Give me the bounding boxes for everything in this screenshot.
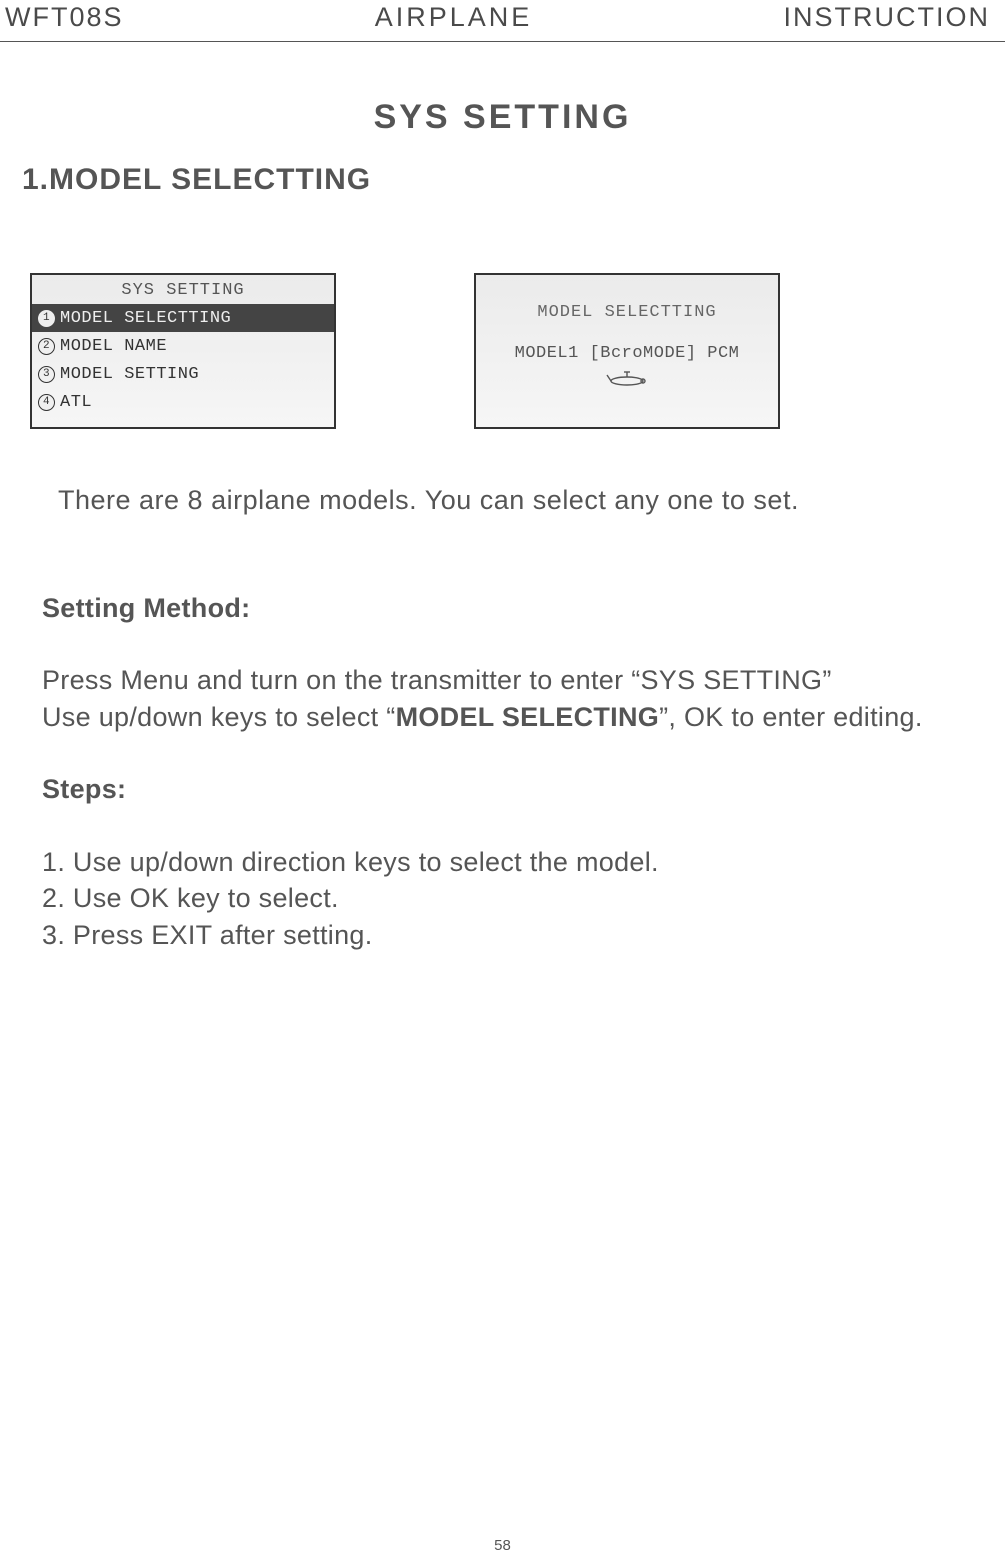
lcd-screen-sys-setting: SYS SETTING 1 MODEL SELECTTING 2 MODEL N… [30, 273, 336, 429]
screenshots-row: SYS SETTING 1 MODEL SELECTTING 2 MODEL N… [30, 273, 1005, 429]
setting-method-line1: Press Menu and turn on the transmitter t… [42, 662, 965, 698]
lcd-title: SYS SETTING [32, 275, 334, 304]
body-content: Setting Method: Press Menu and turn on t… [42, 590, 965, 953]
menu-label: ATL [60, 393, 92, 412]
step-1: 1. Use up/down direction keys to select … [42, 844, 965, 880]
header-left: WFT08S [5, 2, 124, 33]
step-2: 2. Use OK key to select. [42, 880, 965, 916]
text-fragment: Use up/down keys to select “ [42, 702, 396, 732]
menu-label: MODEL SETTING [60, 365, 199, 384]
menu-number-icon: 1 [38, 310, 55, 327]
step-3: 3. Press EXIT after setting. [42, 917, 965, 953]
steps-heading: Steps: [42, 771, 965, 807]
menu-label: MODEL NAME [60, 337, 167, 356]
menu-label: MODEL SELECTTING [60, 309, 231, 328]
header-center: AIRPLANE [375, 2, 533, 33]
menu-number-icon: 3 [38, 366, 55, 383]
lcd-menu-item: 4 ATL [32, 388, 334, 416]
intro-text: There are 8 airplane models. You can sel… [58, 485, 1005, 516]
bold-text: MODEL SELECTING [396, 702, 660, 732]
text-fragment: ”, OK to enter editing. [659, 702, 923, 732]
lcd-menu-item: 2 MODEL NAME [32, 332, 334, 360]
setting-method-line2: Use up/down keys to select “MODEL SELECT… [42, 699, 965, 735]
lcd-screen-model-selectting: MODEL SELECTTING MODEL1 [BcroMODE] PCM [474, 273, 780, 429]
lcd-model-line: MODEL1 [BcroMODE] PCM [476, 322, 778, 363]
menu-number-icon: 4 [38, 394, 55, 411]
lcd-title: MODEL SELECTTING [476, 275, 778, 322]
section-heading: 1.MODEL SELECTTING [22, 163, 1005, 197]
airplane-icon [476, 363, 778, 394]
lcd-menu-item: 1 MODEL SELECTTING [32, 304, 334, 332]
page-number: 58 [0, 1537, 1005, 1554]
page-title: SYS SETTING [0, 98, 1005, 137]
menu-number-icon: 2 [38, 338, 55, 355]
setting-method-heading: Setting Method: [42, 590, 965, 626]
page-header: WFT08S AIRPLANE INSTRUCTION [0, 0, 1005, 42]
lcd-menu-item: 3 MODEL SETTING [32, 360, 334, 388]
header-right: INSTRUCTION [783, 2, 990, 33]
